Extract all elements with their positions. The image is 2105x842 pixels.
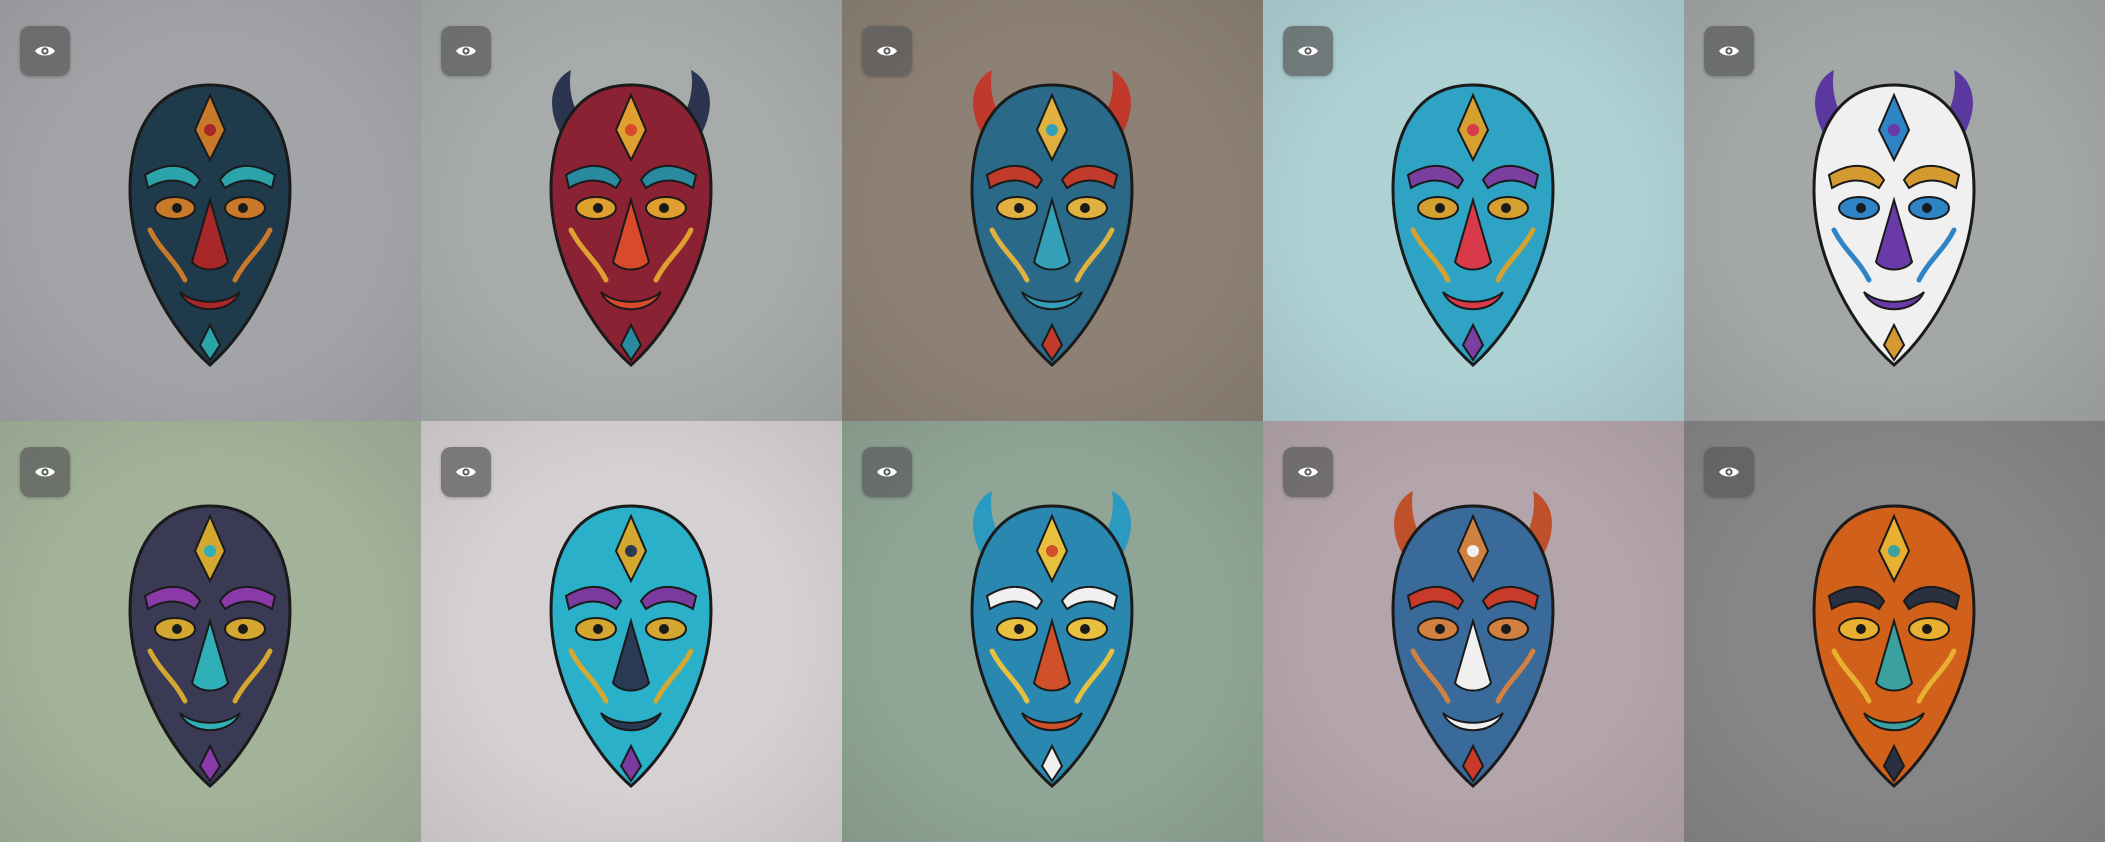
view-button[interactable] (862, 447, 912, 497)
image-tile[interactable] (1684, 0, 2105, 421)
image-tile[interactable] (421, 421, 842, 842)
eye-icon (456, 46, 476, 56)
eye-icon (35, 467, 55, 477)
image-tile[interactable] (0, 0, 421, 421)
image-tile[interactable] (0, 421, 421, 842)
eye-icon (877, 467, 897, 477)
eye-icon (456, 467, 476, 477)
view-button[interactable] (1283, 447, 1333, 497)
eye-icon (877, 46, 897, 56)
view-button[interactable] (1704, 26, 1754, 76)
view-button[interactable] (1283, 26, 1333, 76)
view-button[interactable] (441, 26, 491, 76)
image-tile[interactable] (842, 0, 1263, 421)
image-tile[interactable] (1263, 421, 1684, 842)
image-tile[interactable] (1263, 0, 1684, 421)
eye-icon (1719, 467, 1739, 477)
eye-icon (1298, 467, 1318, 477)
view-button[interactable] (20, 26, 70, 76)
view-button[interactable] (862, 26, 912, 76)
eye-icon (35, 46, 55, 56)
view-button[interactable] (441, 447, 491, 497)
eye-icon (1719, 46, 1739, 56)
image-tile[interactable] (421, 0, 842, 421)
view-button[interactable] (1704, 447, 1754, 497)
image-tile[interactable] (1684, 421, 2105, 842)
image-tile[interactable] (842, 421, 1263, 842)
image-grid (0, 0, 2105, 842)
eye-icon (1298, 46, 1318, 56)
view-button[interactable] (20, 447, 70, 497)
